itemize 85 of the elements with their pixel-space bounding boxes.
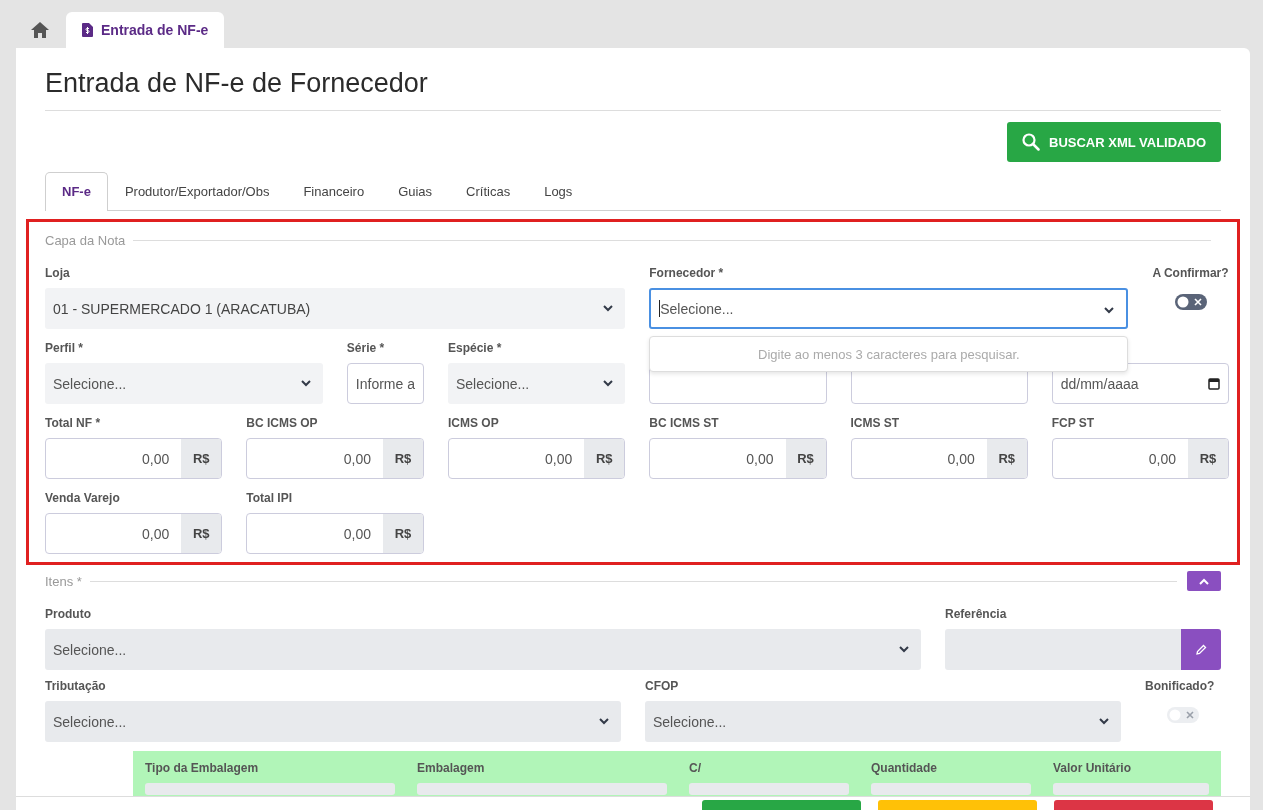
select-field[interactable]: Selecione... [45, 701, 621, 742]
currency-addon: R$ [383, 439, 423, 478]
section-legend: Itens * [45, 573, 82, 589]
field-label: Loja [45, 266, 70, 282]
tab[interactable]: Logs [527, 172, 590, 210]
page-tab[interactable]: Entrada de NF-e [66, 12, 225, 48]
field-label: BC ICMS OP [246, 416, 318, 432]
field-label: Bonificado? [1145, 679, 1215, 695]
chevron-down-icon [899, 646, 909, 653]
field-label: Espécie * [448, 341, 502, 357]
chevron-down-icon [300, 380, 311, 387]
section-legend: Capa da Nota [45, 232, 126, 248]
calendar-icon [1208, 377, 1220, 390]
select-field[interactable]: Selecione... [45, 629, 921, 670]
currency-field[interactable]: 0,00 R$ [649, 438, 827, 479]
input-field[interactable] [145, 783, 395, 795]
input-field[interactable] [417, 783, 667, 795]
input-field[interactable] [1053, 783, 1209, 795]
footer-button[interactable] [878, 800, 1037, 810]
currency-field[interactable]: 0,00 R$ [246, 438, 424, 479]
dropdown-hint: Digite ao menos 3 caracteres para pesquisar. [758, 346, 1020, 362]
field-label: Venda Varejo [45, 491, 120, 507]
field-label: Tipo da Embalagem [145, 761, 259, 777]
select-field[interactable]: Selecione... [649, 288, 1129, 329]
search-icon [1022, 133, 1041, 151]
currency-addon: R$ [1188, 439, 1228, 478]
date-field[interactable]: dd/mm/aaaa [1051, 363, 1229, 404]
tab[interactable]: Guias [381, 172, 450, 210]
currency-field[interactable]: 0,00 R$ [45, 513, 223, 554]
page-title: Entrada de NF-e de Fornecedor [45, 67, 429, 100]
currency-addon: R$ [181, 514, 222, 553]
chevron-down-icon [603, 380, 614, 387]
currency-field[interactable]: 0,00 R$ [448, 438, 626, 479]
field-label: Tributação [45, 679, 106, 695]
field-label: Total IPI [246, 491, 292, 507]
field-label: Série * [346, 341, 385, 357]
home-icon [30, 21, 50, 39]
chevron-down-icon [599, 718, 609, 725]
currency-field[interactable]: 0,00 R$ [246, 513, 424, 554]
select-field[interactable]: Selecione... [448, 363, 626, 404]
field-label: C/ [689, 761, 701, 777]
tab[interactable]: Produtor/Exportador/Obs [107, 172, 287, 210]
field-label: ICMS OP [448, 416, 499, 432]
footer-button[interactable] [702, 800, 861, 810]
select-field[interactable]: Selecione... [45, 363, 323, 404]
document-icon [82, 23, 93, 37]
currency-addon: R$ [986, 439, 1027, 478]
field-label: Embalagem [417, 761, 485, 777]
input-field[interactable] [871, 783, 1031, 795]
field-label: FCP ST [1051, 416, 1095, 432]
currency-field[interactable]: 0,00 R$ [45, 438, 223, 479]
chevron-icon [1199, 577, 1209, 585]
toggle-switch[interactable] [1174, 294, 1207, 310]
currency-addon: R$ [383, 514, 423, 553]
tab[interactable]: Financeiro [286, 172, 382, 210]
field-label: Quantidade [871, 761, 937, 777]
currency-field[interactable]: 0,00 R$ [1051, 438, 1229, 479]
select-field[interactable]: 01 - SUPERMERCADO 1 (ARACATUBA) [45, 288, 626, 329]
field-label: Produto [45, 607, 91, 623]
currency-addon: R$ [584, 439, 625, 478]
input-field[interactable] [689, 783, 849, 795]
pencil-icon [1195, 644, 1207, 655]
chevron-down-icon [603, 305, 614, 312]
field-label: A Confirmar? [1152, 266, 1229, 282]
field-label: Total NF * [45, 416, 101, 432]
field-label: CFOP [645, 679, 679, 695]
tab[interactable]: NF-e [45, 172, 108, 211]
field-label: ICMS ST [850, 416, 900, 432]
chevron-down-icon [1104, 307, 1115, 314]
chevron-down-icon [1099, 718, 1109, 725]
tab[interactable]: Críticas [449, 172, 528, 210]
select-field[interactable]: Selecione... [645, 701, 1121, 742]
edit-button[interactable] [1181, 629, 1221, 670]
currency-addon: R$ [785, 439, 826, 478]
currency-addon: R$ [181, 439, 222, 478]
footer-button[interactable] [1054, 800, 1213, 810]
field-label: Referência [945, 607, 1007, 623]
field-label: Perfil * [45, 341, 83, 357]
currency-field[interactable]: 0,00 R$ [850, 438, 1028, 479]
text-field[interactable]: Informe a [346, 363, 424, 404]
reference-field[interactable] [945, 629, 1181, 670]
field-label: Fornecedor * [649, 266, 724, 282]
field-label: BC ICMS ST [649, 416, 719, 432]
field-label: Valor Unitário [1053, 761, 1132, 777]
collapse-button[interactable] [1187, 571, 1221, 591]
